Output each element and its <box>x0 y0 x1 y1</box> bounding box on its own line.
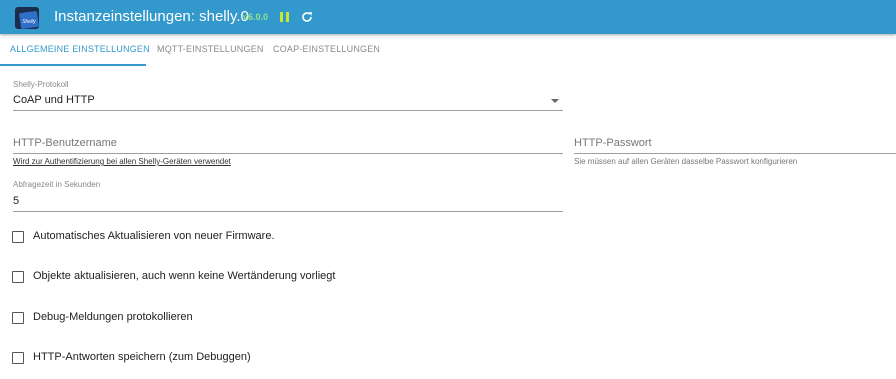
version-badge: v6.0.0 <box>243 12 269 22</box>
tab-coap-settings[interactable]: COAP-EINSTELLUNGEN <box>273 44 380 54</box>
http-password-input[interactable]: HTTP-Passwort <box>574 137 652 149</box>
save-http-label[interactable]: HTTP-Antworten speichern (zum Debuggen) <box>33 351 251 363</box>
update-unchanged-checkbox[interactable] <box>12 271 24 283</box>
protocol-label: Shelly-Protokoll <box>13 80 69 89</box>
auto-update-checkbox[interactable] <box>12 231 24 243</box>
protocol-select-underline <box>13 110 563 111</box>
save-http-checkbox[interactable] <box>12 352 24 364</box>
protocol-select[interactable]: CoAP und HTTP <box>13 94 95 106</box>
svg-text:Shelly: Shelly <box>22 19 36 25</box>
tab-bar: ALLGEMEINE EINSTELLUNGEN MQTT-EINSTELLUN… <box>0 34 896 66</box>
debug-log-label[interactable]: Debug-Meldungen protokollieren <box>33 311 193 323</box>
auto-update-label[interactable]: Automatisches Aktualisieren von neuer Fi… <box>33 230 275 242</box>
http-password-underline <box>574 153 896 154</box>
poll-interval-input[interactable]: 5 <box>13 195 19 207</box>
poll-interval-label: Abfragezeit in Sekunden <box>13 180 101 189</box>
active-tab-indicator <box>0 64 146 66</box>
poll-interval-underline <box>13 211 563 212</box>
http-username-helper: Wird zur Authentifizierung bei allen She… <box>13 157 231 166</box>
http-username-underline <box>13 153 563 154</box>
shelly-logo-icon: Shelly <box>15 7 39 29</box>
app-header: Shelly Instanzeinstellungen: shelly.0 v6… <box>0 0 896 34</box>
tab-general-settings[interactable]: ALLGEMEINE EINSTELLUNGEN <box>10 44 150 54</box>
debug-log-checkbox[interactable] <box>12 312 24 324</box>
chevron-down-icon[interactable] <box>551 99 559 103</box>
page-title: Instanzeinstellungen: shelly.0 <box>54 8 249 25</box>
pause-icon[interactable] <box>279 11 290 23</box>
reload-icon[interactable] <box>300 10 314 24</box>
tab-mqtt-settings[interactable]: MQTT-EINSTELLUNGEN <box>157 44 264 54</box>
http-username-input[interactable]: HTTP-Benutzername <box>13 137 117 149</box>
http-password-helper: Sie müssen auf allen Geräten dasselbe Pa… <box>574 157 798 166</box>
update-unchanged-label[interactable]: Objekte aktualisieren, auch wenn keine W… <box>33 270 335 282</box>
